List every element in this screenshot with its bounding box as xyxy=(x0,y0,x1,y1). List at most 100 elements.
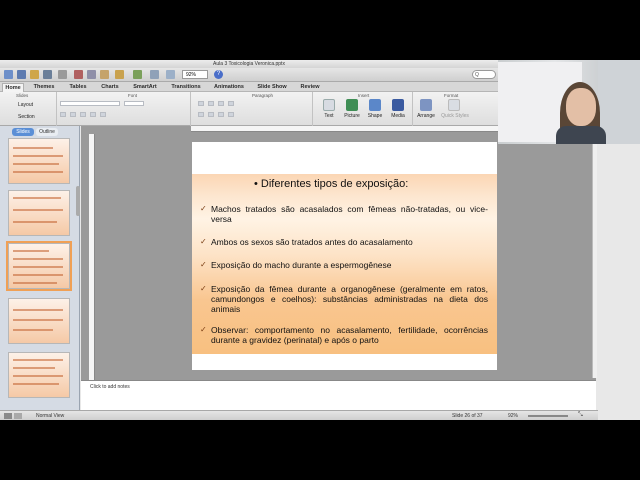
thumbnail-text-line xyxy=(13,282,57,284)
toolbox-icon[interactable] xyxy=(166,70,175,79)
font-color-icon[interactable] xyxy=(100,112,106,117)
slide-thumbnail[interactable] xyxy=(8,138,70,184)
group-label-font: Font xyxy=(128,93,138,98)
align-center-icon[interactable] xyxy=(208,112,214,117)
text-box-icon[interactable] xyxy=(323,99,335,111)
tab-slides[interactable]: Slides xyxy=(12,128,34,136)
check-bullet-icon: ✓ xyxy=(200,260,207,269)
tab-transitions[interactable]: Transitions xyxy=(166,83,206,92)
slide-thumbnail[interactable] xyxy=(8,190,70,236)
slide-sorter-icon[interactable] xyxy=(14,413,22,419)
new-icon[interactable] xyxy=(4,70,13,79)
bullet-text: Exposição do macho durante a espermogêne… xyxy=(211,260,392,270)
zoom-select[interactable]: 92% xyxy=(182,70,208,79)
view-label: Normal View xyxy=(36,413,65,419)
slide-canvas[interactable]: • Diferentes tipos de exposição: ✓ Machos… xyxy=(192,142,497,370)
slide-thumbnail[interactable] xyxy=(8,352,70,398)
strikethrough-icon[interactable] xyxy=(90,112,96,117)
thumbnail-text-line xyxy=(13,383,59,385)
shape-icon[interactable] xyxy=(369,99,381,111)
slide-bullet[interactable]: ✓ Exposição da fêmea durante a organogêne… xyxy=(200,284,488,314)
tab-animations[interactable]: Animations xyxy=(210,83,248,92)
copy-icon[interactable] xyxy=(87,70,96,79)
section-button[interactable]: Section xyxy=(18,114,35,120)
ribbon: Slides Layout Section Font Paragraph Ins… xyxy=(0,92,498,126)
redo-icon[interactable] xyxy=(150,70,159,79)
slide-counter: Slide 26 of 37 xyxy=(452,413,483,419)
vertical-scrollbar[interactable] xyxy=(592,132,597,378)
slide-title[interactable]: • Diferentes tipos de exposição: xyxy=(254,178,408,190)
italic-icon[interactable] xyxy=(70,112,76,117)
insert-media-label: Media xyxy=(391,113,405,119)
zoom-level: 92% xyxy=(508,413,519,419)
undo-icon[interactable] xyxy=(133,70,142,79)
thumbnail-text-line xyxy=(13,367,55,369)
format-painter-icon[interactable] xyxy=(115,70,124,79)
quick-styles-icon[interactable] xyxy=(448,99,460,111)
webcam-overlay xyxy=(498,60,640,144)
thumbnail-text-line xyxy=(13,329,53,331)
slide-editing-area: • Diferentes tipos de exposição: ✓ Machos… xyxy=(81,126,597,380)
media-icon[interactable] xyxy=(392,99,404,111)
decrease-indent-icon[interactable] xyxy=(218,101,224,106)
thumbnail-text-line xyxy=(13,258,63,260)
slide-bullet[interactable]: ✓ Machos tratados são acasalados com fême… xyxy=(200,204,488,224)
tab-tables[interactable]: Tables xyxy=(64,83,92,92)
bullet-text: Observar: comportamento no acasalamento,… xyxy=(211,325,488,345)
cut-icon[interactable] xyxy=(74,70,83,79)
gallery-icon[interactable] xyxy=(17,70,26,79)
thumbnail-text-line xyxy=(13,319,63,321)
layout-button[interactable]: Layout xyxy=(18,102,33,108)
check-bullet-icon: ✓ xyxy=(200,204,207,213)
slide-bullet[interactable]: ✓ Exposição do macho durante a espermogên… xyxy=(200,260,488,270)
underline-icon[interactable] xyxy=(80,112,86,117)
align-right-icon[interactable] xyxy=(218,112,224,117)
thumbnail-text-line xyxy=(13,250,49,252)
tab-outline[interactable]: Outline xyxy=(36,128,58,136)
notes-pane[interactable]: Click to add notes xyxy=(81,380,596,410)
bold-icon[interactable] xyxy=(60,112,66,117)
presenter-body xyxy=(556,126,606,144)
normal-view-icon[interactable] xyxy=(4,413,12,419)
increase-indent-icon[interactable] xyxy=(228,101,234,106)
justify-icon[interactable] xyxy=(228,112,234,117)
group-label-paragraph: Paragraph xyxy=(252,93,274,98)
paste-icon[interactable] xyxy=(100,70,109,79)
open-icon[interactable] xyxy=(30,70,39,79)
tab-slide-show[interactable]: Slide Show xyxy=(254,83,290,92)
tab-charts[interactable]: Charts xyxy=(96,83,124,92)
font-name-select[interactable] xyxy=(60,101,120,106)
thumbnail-text-line xyxy=(13,163,59,165)
save-icon[interactable] xyxy=(43,70,52,79)
print-icon[interactable] xyxy=(58,70,67,79)
tab-review[interactable]: Review xyxy=(296,83,324,92)
tab-themes[interactable]: Themes xyxy=(30,83,58,92)
search-input[interactable]: Q xyxy=(472,70,496,79)
thumbnail-text-line xyxy=(13,309,63,311)
thumbnail-text-line xyxy=(13,197,61,199)
bullet-text: Exposição da fêmea durante a organogênes… xyxy=(211,284,488,314)
bullets-icon[interactable] xyxy=(198,101,204,106)
numbering-icon[interactable] xyxy=(208,101,214,106)
group-label-format: Format xyxy=(444,93,459,98)
bullet-text: Ambos os sexos são tratados antes do aca… xyxy=(211,237,413,247)
slide-bullet[interactable]: ✓ Ambos os sexos são tratados antes do ac… xyxy=(200,237,488,247)
thumbnail-text-line xyxy=(13,209,63,211)
slide-bullet[interactable]: ✓ Observar: comportamento no acasalamento… xyxy=(200,325,488,345)
arrange-icon[interactable] xyxy=(420,99,432,111)
section-label: Section xyxy=(18,114,35,120)
tab-smartart[interactable]: SmartArt xyxy=(128,83,162,92)
arrange-label: Arrange xyxy=(417,113,435,119)
help-icon[interactable]: ? xyxy=(214,70,223,79)
align-left-icon[interactable] xyxy=(198,112,204,117)
fit-window-icon[interactable]: ⤡ xyxy=(578,412,583,419)
thumbnail-text-line xyxy=(13,359,63,361)
thumbnail-scrollbar[interactable] xyxy=(76,186,80,216)
font-size-select[interactable] xyxy=(124,101,144,106)
slide-thumbnail[interactable] xyxy=(8,298,70,344)
picture-icon[interactable] xyxy=(346,99,358,111)
tab-home[interactable]: Home xyxy=(2,83,24,92)
powerpoint-window: Aula 3 Toxicologia Veronica.pptx 92% ? Q… xyxy=(0,60,640,420)
slide-thumbnail-selected[interactable] xyxy=(6,241,72,291)
zoom-slider[interactable] xyxy=(528,415,568,417)
